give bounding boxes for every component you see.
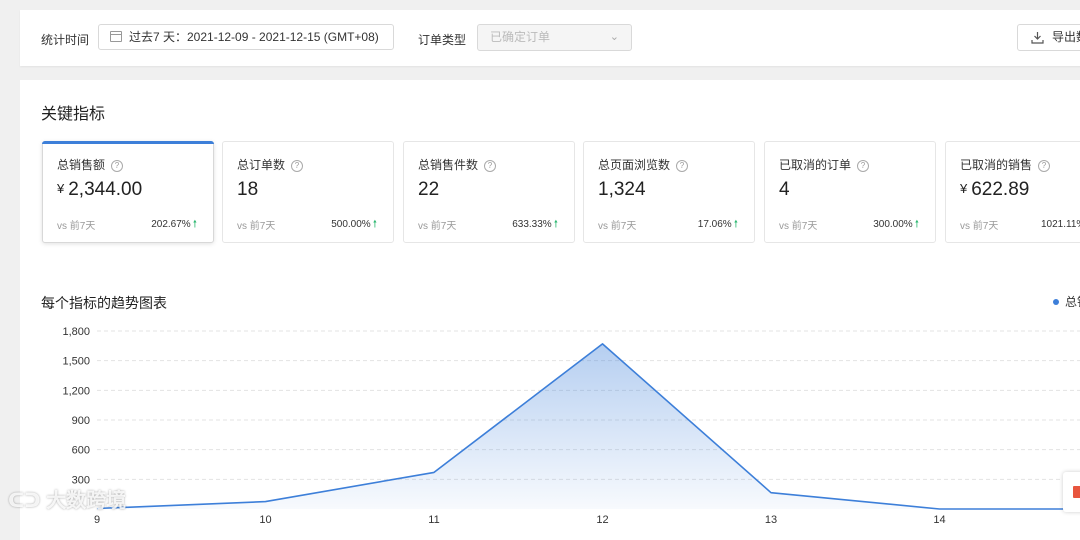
date-range-picker[interactable]: 过去7 天：2021-12-09 - 2021-12-15 (GMT+08) [98,24,394,50]
x-tick-label: 9 [94,514,100,526]
filter-bar: 统计时间 过去7 天：2021-12-09 - 2021-12-15 (GMT+… [20,10,1080,66]
x-tick-label: 10 [259,514,271,526]
trend-chart: 3006009001,2001,5001,8009101112131415 [62,326,1080,526]
download-icon [1031,32,1044,44]
x-tick-label: 11 [428,514,439,526]
y-tick-label: 900 [72,415,90,427]
order-type-select[interactable]: 已确定订单 ⌄ [477,24,632,51]
x-tick-label: 12 [596,514,608,526]
y-tick-label: 1,500 [62,356,90,368]
chevron-down-icon: ⌄ [609,31,619,43]
date-range-text: 过去7 天：2021-12-09 - 2021-12-15 (GMT+08) [129,30,379,44]
x-tick-label: 13 [765,514,777,526]
x-tick-label: 14 [933,514,945,526]
order-type-label: 订单类型 [418,33,467,47]
key-metrics-card: 关键指标 总销售额? ¥2,344.00 vs 前7天 202.67% 🠕 总订单… [20,80,1080,540]
y-tick-label: 600 [72,445,90,457]
series-area [97,343,1080,509]
y-tick-label: 1,800 [62,326,90,338]
y-tick-label: 1,200 [62,385,90,397]
feedback-icon [1073,486,1080,498]
export-button[interactable]: 导出数据 [1017,24,1080,51]
calendar-icon [110,31,122,42]
export-label: 导出数据 [1052,30,1080,44]
stat-time-label: 统计时间 [41,33,90,47]
order-type-value: 已确定订单 [490,30,551,44]
feedback-widget[interactable] [1063,472,1080,512]
watermark-logo: ᑕᑐ 大数跨境 [8,490,127,512]
